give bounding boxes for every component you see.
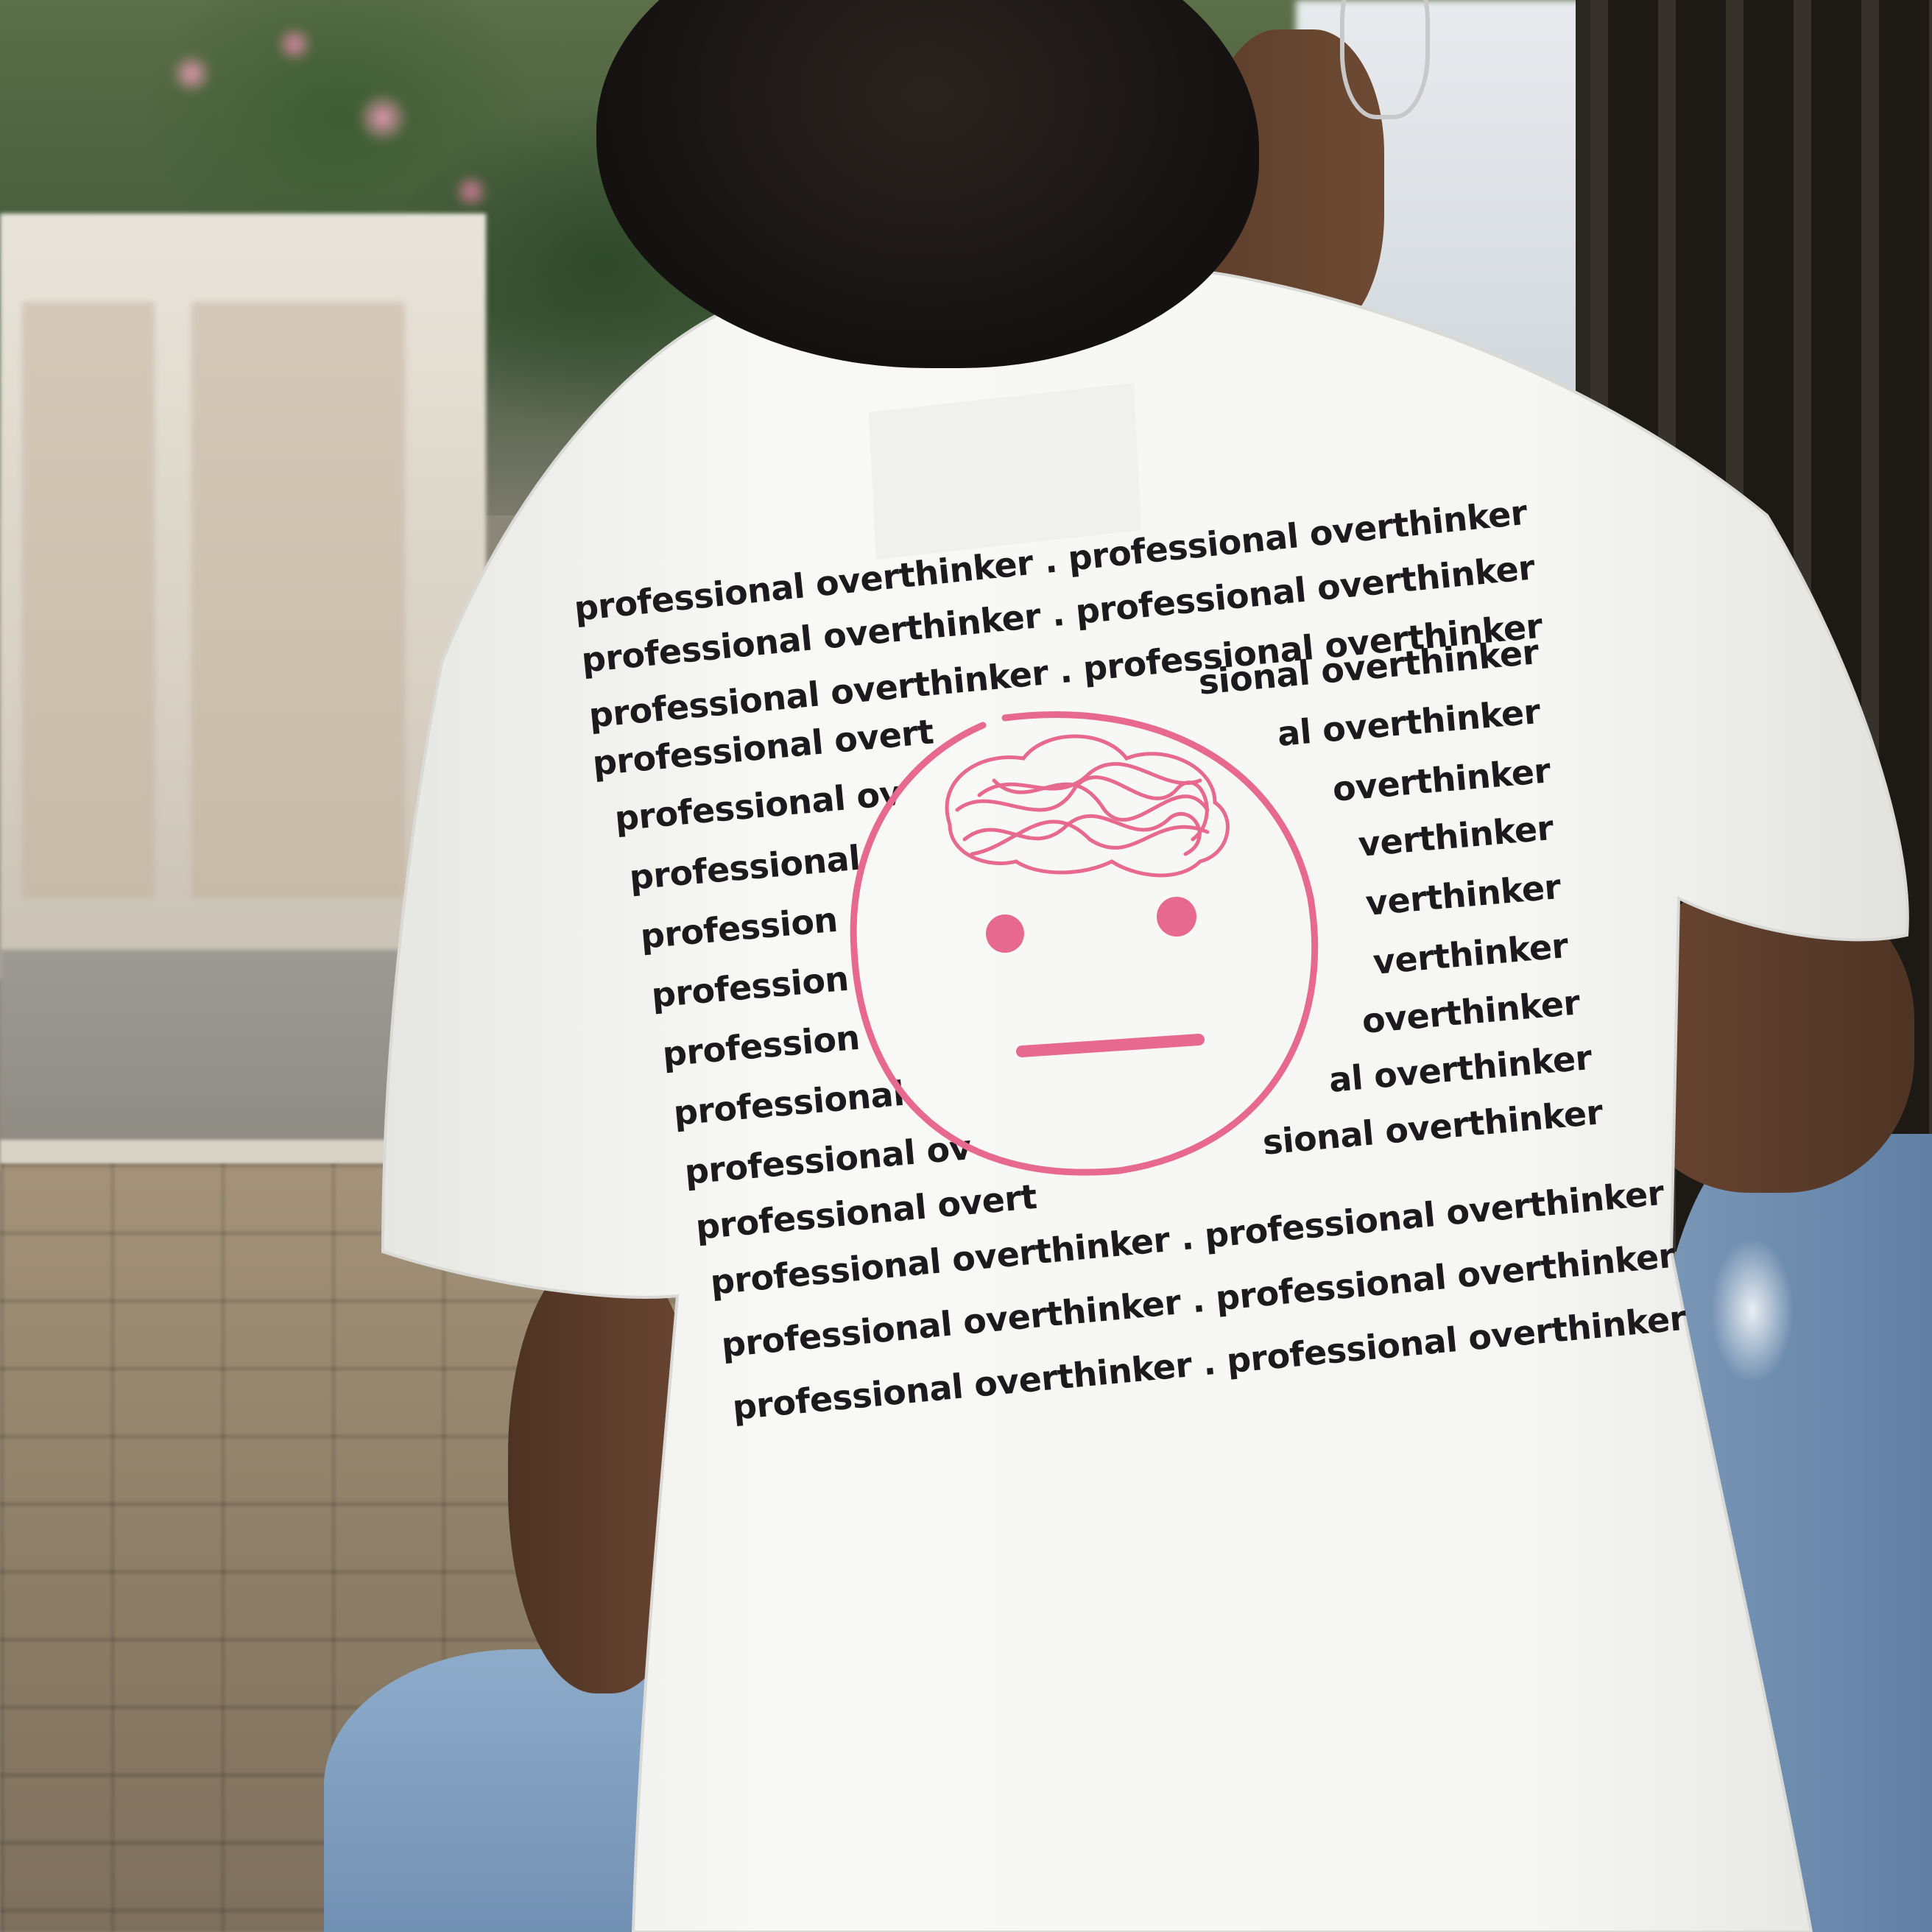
brain-scribble — [945, 734, 1230, 878]
right-eye — [1157, 897, 1196, 937]
face-outline — [850, 711, 1319, 1176]
flat-mouth — [1016, 1034, 1205, 1057]
photo-scene: professional overthinker . professional … — [0, 0, 1932, 1932]
left-eye — [986, 914, 1024, 953]
scribble-brain-neutral-face-icon — [850, 711, 1319, 1176]
